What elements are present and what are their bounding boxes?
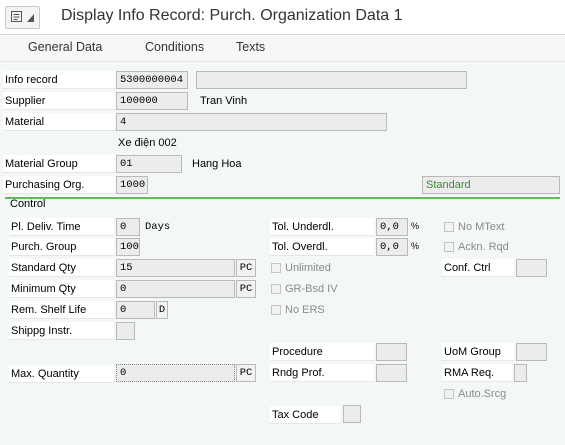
ackn-rqd-checkbox[interactable] <box>444 242 454 252</box>
menu-button[interactable] <box>5 6 40 29</box>
unlimited-checkbox[interactable] <box>271 263 281 273</box>
rma-req-field[interactable] <box>514 364 527 382</box>
max-quantity-label: Max. Quantity <box>9 365 114 383</box>
uom-group-label: UoM Group <box>442 343 514 361</box>
pl-deliv-time-label: Pl. Deliv. Time <box>9 218 114 236</box>
conf-ctrl-label: Conf. Ctrl <box>442 259 514 277</box>
procedure-field[interactable] <box>376 343 407 361</box>
auto-srcg-checkbox[interactable] <box>444 389 454 399</box>
rem-shelf-life-label: Rem. Shelf Life <box>9 301 114 319</box>
tol-underdl-label: Tol. Underdl. <box>270 218 374 236</box>
uom-group-field[interactable] <box>516 343 547 361</box>
shippg-instr-field[interactable] <box>116 322 135 340</box>
tax-code-field[interactable] <box>343 405 361 423</box>
conf-ctrl-field[interactable] <box>516 259 547 277</box>
purch-group-label: Purch. Group <box>9 238 114 256</box>
tol-overdl-label: Tol. Overdl. <box>270 238 374 256</box>
no-mtext-checkbox[interactable] <box>444 222 454 232</box>
info-record-desc-field[interactable] <box>196 71 467 89</box>
rndg-prof-field[interactable] <box>376 364 407 382</box>
material-group-field[interactable]: 01 <box>116 155 182 173</box>
material-field[interactable]: 4 <box>116 113 387 131</box>
purchasing-org-field[interactable]: 1000 <box>116 176 148 194</box>
tol-underdl-field[interactable]: 0,0 <box>376 218 408 236</box>
gr-bsd-iv-checkbox[interactable] <box>271 284 281 294</box>
tol-overdl-field[interactable]: 0,0 <box>376 238 408 256</box>
material-description: Xe điện 002 <box>118 137 177 149</box>
shippg-instr-label: Shippg Instr. <box>9 322 114 340</box>
tax-code-label: Tax Code <box>270 406 340 424</box>
minimum-qty-label: Minimum Qty <box>9 280 114 298</box>
info-record-label: Info record <box>3 71 115 89</box>
supplier-name: Tran Vinh <box>200 95 248 107</box>
material-group-description: Hang Hoa <box>192 158 242 170</box>
no-ers-label: No ERS <box>285 304 325 316</box>
minimum-qty-field[interactable]: 0 <box>116 280 235 298</box>
standard-status-field: Standard <box>422 176 560 194</box>
no-ers-checkbox[interactable] <box>271 305 281 315</box>
no-mtext-label: No MText <box>458 221 505 233</box>
tol-overdl-percent: % <box>411 241 420 251</box>
standard-qty-field[interactable]: 15 <box>116 259 235 277</box>
ackn-rqd-label: Ackn. Rqd <box>458 241 509 253</box>
control-group-title: Control <box>10 198 46 210</box>
procedure-label: Procedure <box>270 343 374 361</box>
menu-icon <box>11 11 22 22</box>
tab-general-data[interactable]: General Data <box>28 40 102 54</box>
auto-srcg-label: Auto.Srcg <box>458 388 507 400</box>
rma-req-label: RMA Req. <box>442 364 512 382</box>
unlimited-label: Unlimited <box>285 262 331 274</box>
info-record-field[interactable]: 5300000004 <box>116 71 188 89</box>
standard-qty-unit[interactable]: PC <box>236 259 256 277</box>
material-group-label: Material Group <box>3 155 115 173</box>
days-label: Days <box>145 221 171 233</box>
supplier-label: Supplier <box>3 92 115 110</box>
page-title: Display Info Record: Purch. Organization… <box>61 7 403 24</box>
gr-bsd-iv-label: GR-Bsd IV <box>285 283 338 295</box>
tol-underdl-percent: % <box>411 221 420 231</box>
rem-shelf-life-unit[interactable]: D <box>156 301 168 319</box>
tab-texts[interactable]: Texts <box>236 40 265 54</box>
standard-qty-label: Standard Qty <box>9 259 114 277</box>
minimum-qty-unit[interactable]: PC <box>236 280 256 298</box>
max-quantity-unit[interactable]: PC <box>236 364 256 382</box>
rndg-prof-label: Rndg Prof. <box>270 364 374 382</box>
max-quantity-field[interactable]: 0 <box>116 364 235 382</box>
supplier-field[interactable]: 100000 <box>116 92 188 110</box>
pl-deliv-time-field[interactable]: 0 <box>116 218 140 236</box>
material-label: Material <box>3 113 115 131</box>
purch-group-field[interactable]: 100 <box>116 238 140 256</box>
purchasing-org-label: Purchasing Org. <box>3 176 115 194</box>
tab-conditions[interactable]: Conditions <box>145 40 204 54</box>
chevron-down-icon <box>27 13 34 25</box>
rem-shelf-life-field[interactable]: 0 <box>116 301 155 319</box>
